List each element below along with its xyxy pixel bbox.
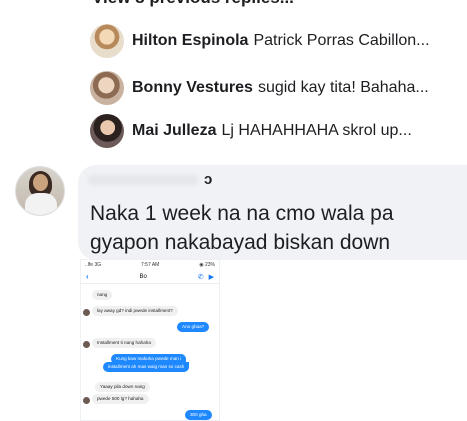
phone-status-bar: ..lfe 3G 7:57 AM ◉ 23% bbox=[81, 260, 219, 270]
comment-bubble: ɔ Naka 1 week na na cmo wala pa gyapon n… bbox=[78, 165, 467, 260]
contact-avatar bbox=[83, 397, 90, 404]
avatar[interactable] bbox=[90, 71, 124, 105]
view-previous-replies-link[interactable]: View 8 previous replies... bbox=[92, 0, 294, 8]
chat-message: Installment ti nang hahaha bbox=[92, 338, 156, 348]
contact-avatar bbox=[83, 309, 90, 316]
chat-message: installment ah mas waig man so cash bbox=[103, 362, 190, 372]
redacted-name bbox=[88, 175, 198, 185]
battery-text: ◉ 23% bbox=[199, 262, 215, 268]
avatar[interactable] bbox=[90, 24, 124, 58]
commenter-avatar[interactable] bbox=[15, 166, 65, 216]
back-icon: ‹ bbox=[86, 272, 89, 281]
chat-message: Ano ghaa? bbox=[177, 322, 210, 332]
comment-text: Naka 1 week na na cmo wala pa gyapon nak… bbox=[90, 202, 394, 254]
signal-text: ..lfe 3G bbox=[85, 262, 102, 268]
reply-author-name[interactable]: Hilton Espinola bbox=[132, 32, 248, 50]
chat-message: 300 gha bbox=[185, 410, 212, 420]
chat-message: lay away gd? indi pwede installment? bbox=[92, 306, 178, 316]
avatar-face bbox=[33, 174, 48, 191]
chat-message: Yaaay pila down nang bbox=[95, 382, 150, 392]
contact-avatar bbox=[83, 341, 90, 348]
clock-text: 7:57 AM bbox=[141, 262, 160, 268]
reply-snippet: sugid kay tita! Bahaha... bbox=[257, 79, 429, 96]
reply-snippet: Lj HAHAHHAHA skrol up... bbox=[221, 122, 412, 139]
attached-chat-screenshot[interactable]: ..lfe 3G 7:57 AM ◉ 23% ‹ Bo ✆ ▶ nang lay… bbox=[80, 259, 220, 421]
reply-row[interactable]: Bonny Vestures sugid kay tita! Bahaha... bbox=[90, 69, 429, 107]
chat-message: pwede 500 lg? hahaha bbox=[92, 394, 149, 404]
avatar-body bbox=[25, 193, 57, 215]
chat-actions: ✆ ▶ bbox=[198, 273, 214, 281]
chat-body: nang lay away gd? indi pwede installment… bbox=[81, 284, 219, 420]
reply-author-name[interactable]: Bonny Vestures bbox=[132, 79, 253, 97]
chat-message: nang bbox=[92, 290, 113, 300]
avatar[interactable] bbox=[90, 114, 124, 148]
video-icon: ▶ bbox=[208, 273, 214, 281]
chat-header: ‹ Bo ✆ ▶ bbox=[81, 270, 219, 284]
reply-row[interactable]: Hilton Espinola Patrick Porras Cabillon.… bbox=[90, 22, 430, 60]
reply-snippet: Patrick Porras Cabillon... bbox=[253, 32, 430, 49]
reply-row[interactable]: Mai Julleza Lj HAHAHHAHA skrol up... bbox=[90, 112, 412, 150]
call-icon: ✆ bbox=[197, 273, 204, 281]
reply-author-name[interactable]: Mai Julleza bbox=[132, 122, 216, 140]
chat-title: Bo bbox=[139, 273, 147, 280]
comment-author-name[interactable]: ɔ bbox=[204, 171, 212, 188]
